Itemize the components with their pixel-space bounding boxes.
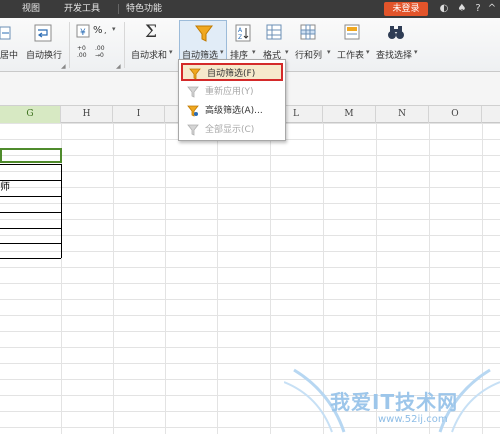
svg-text:→0: →0 [95,52,104,58]
svg-text:+0: +0 [77,45,86,52]
increase-decimal-icon[interactable]: +0 .00 [77,44,91,58]
minimize-icon[interactable]: ^ [486,3,498,15]
svg-text:.00: .00 [95,45,105,52]
format-dropdown-icon[interactable]: ▾ [112,25,116,33]
rows-columns-dropdown-icon[interactable]: ▾ [327,48,331,56]
table-border [0,243,61,244]
menu-view[interactable]: 视图 [22,0,40,18]
column-header-o[interactable]: O [429,106,482,123]
wrap-text-icon[interactable] [34,24,52,42]
show-all-icon [187,124,199,136]
percent-format-button[interactable]: % [93,25,103,36]
ribbon-separator [124,22,125,68]
table-border [0,228,61,229]
filter-reapply-icon [187,86,199,98]
number-dialog-launcher-icon[interactable]: ◢ [116,63,121,70]
autosum-icon[interactable]: Σ [145,22,157,42]
filter-funnel-icon [189,68,201,80]
table-border [0,196,61,197]
column-header-n[interactable]: N [376,106,429,123]
svg-text:.00: .00 [77,52,87,58]
login-button[interactable]: 未登录 [384,2,428,16]
watermark-url: www.52ij.com [378,414,448,425]
dialog-launcher-icon[interactable]: ◢ [61,63,66,70]
column-header-m[interactable]: M [323,106,376,123]
skin-icon[interactable]: ◐ [438,3,450,15]
svg-text:¥: ¥ [80,28,86,38]
wrap-text-label[interactable]: 自动换行 [26,48,62,61]
menu-bar: 视图 开发工具 特色功能 未登录 ◐ ♠ ? ^ [0,0,500,18]
currency-format-icon[interactable]: ¥ [76,24,90,38]
find-select-label[interactable]: 查找选择 [376,48,412,61]
autosum-label[interactable]: 自动求和 [131,48,167,61]
worksheet-icon[interactable] [344,24,360,40]
worksheet-label[interactable]: 工作表 [337,48,364,61]
grid-line [113,123,114,434]
format-icon[interactable] [266,24,282,40]
menu-special-features[interactable]: 特色功能 [126,0,162,18]
help-icon[interactable]: ? [472,3,484,15]
watermark-text: 我爱IT技术网 [330,390,459,414]
advanced-filter-icon [187,105,199,117]
menu-item-advanced-filter[interactable]: 高级筛选(A)... [181,102,283,120]
merge-center-label[interactable]: 居中 [0,48,18,61]
cell-value[interactable]: 师 [0,178,10,193]
decrease-decimal-icon[interactable]: .00 →0 [95,44,109,58]
merge-center-icon[interactable] [0,26,12,40]
auto-filter-dropdown-menu: 自动筛选(F) 重新应用(Y) 高级筛选(A)... 全部显示(C) [178,59,286,141]
menu-separator [118,4,119,14]
svg-text:Z: Z [238,34,242,41]
menu-developer-tools[interactable]: 开发工具 [64,0,100,18]
rows-columns-label[interactable]: 行和列 [295,48,322,61]
selected-cell[interactable] [0,148,62,163]
grid-line [270,123,271,434]
table-border [61,164,62,258]
shirt-icon[interactable]: ♠ [456,3,468,15]
auto-filter-dropdown-icon[interactable]: ▾ [220,48,224,56]
rows-columns-icon[interactable] [300,24,316,40]
menu-item-reapply: 重新应用(Y) [181,83,283,101]
column-header-g[interactable]: G [0,106,61,123]
filter-funnel-icon [195,25,213,42]
worksheet-dropdown-icon[interactable]: ▾ [366,48,370,56]
column-header-i[interactable]: I [113,106,165,123]
table-border [0,258,61,259]
sort-icon[interactable]: A Z [235,24,251,42]
table-border [0,164,61,165]
find-select-dropdown-icon[interactable]: ▾ [414,48,418,56]
grid-line [217,123,218,434]
ribbon-separator [69,22,70,68]
menu-item-show-all: 全部显示(C) [181,121,283,139]
binoculars-icon[interactable] [387,24,405,40]
thousands-separator-icon[interactable]: , [104,26,107,35]
menu-item-auto-filter[interactable]: 自动筛选(F) [181,63,283,81]
autosum-dropdown-icon[interactable]: ▾ [169,48,173,56]
column-header-h[interactable]: H [61,106,113,123]
table-border [0,212,61,213]
sort-dropdown-icon[interactable]: ▾ [252,48,256,56]
format-dropdown-icon[interactable]: ▾ [285,48,289,56]
grid-line [165,123,166,434]
